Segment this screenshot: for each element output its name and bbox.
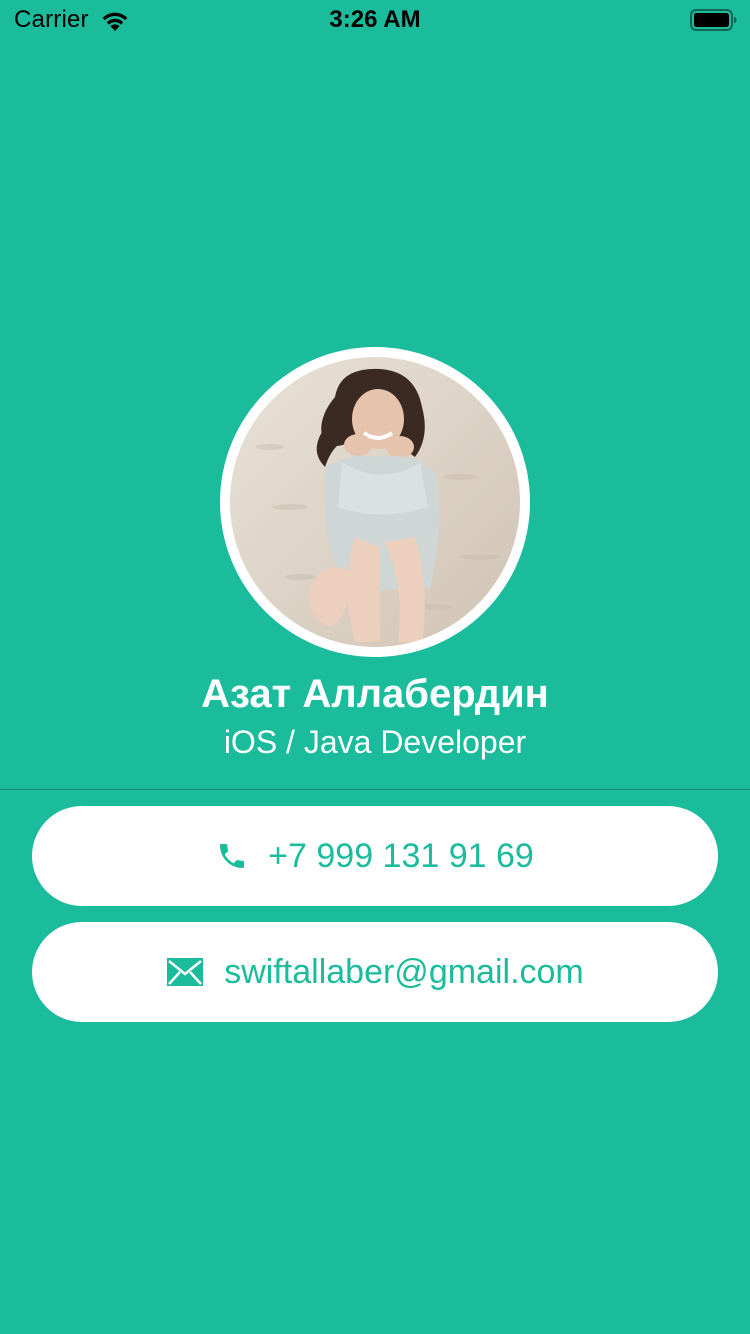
phone-number: +7 999 131 91 69 [268, 836, 534, 875]
email-button[interactable]: swiftallaber@gmail.com [32, 922, 718, 1022]
profile-name: Азат Аллабердин [201, 672, 549, 716]
battery-icon [690, 8, 738, 32]
phone-button[interactable]: +7 999 131 91 69 [32, 806, 718, 906]
status-bar: Carrier 3:26 AM [0, 0, 750, 40]
email-address: swiftallaber@gmail.com [224, 952, 584, 991]
divider [0, 789, 750, 790]
phone-icon [216, 840, 248, 872]
avatar [230, 357, 520, 647]
envelope-icon [166, 957, 204, 987]
profile-role: iOS / Java Developer [223, 724, 527, 760]
clock: 3:26 AM [329, 6, 421, 33]
avatar-ring [220, 347, 530, 657]
